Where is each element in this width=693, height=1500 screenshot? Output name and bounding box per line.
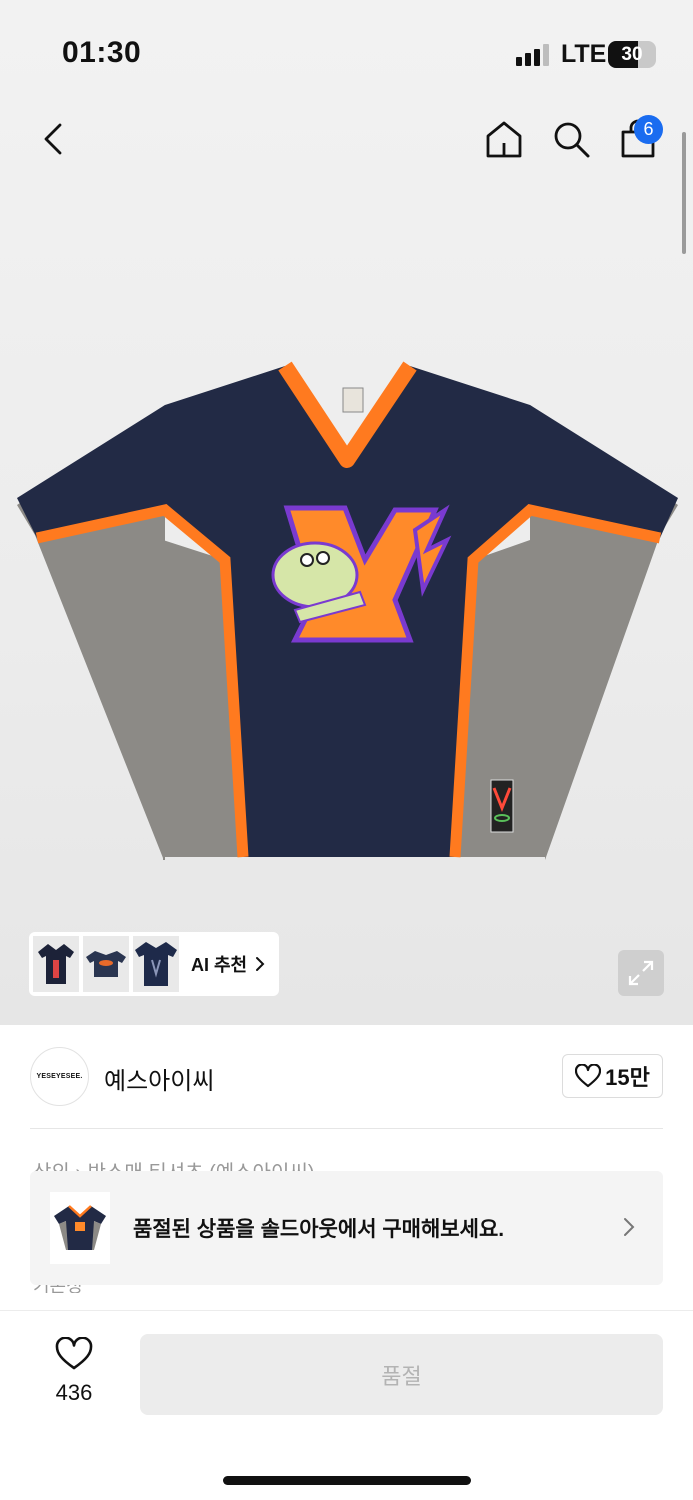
chevron-right-icon bbox=[624, 1218, 635, 1236]
heart-icon bbox=[575, 1064, 602, 1088]
brand-like-count: 15만 bbox=[605, 1065, 650, 1090]
wishlist-button[interactable] bbox=[47, 1336, 101, 1376]
back-button[interactable] bbox=[30, 116, 76, 162]
status-bar: 01:30 LTE 30 bbox=[0, 0, 693, 100]
scrollbar[interactable] bbox=[682, 132, 686, 254]
soldout-banner[interactable]: 품절된 상품을 솔드아웃에서 구매해보세요. bbox=[30, 1171, 663, 1285]
ai-thumbnail[interactable] bbox=[33, 936, 79, 992]
status-time: 01:30 bbox=[62, 36, 142, 69]
search-button[interactable] bbox=[548, 116, 594, 162]
battery-level: 30 bbox=[621, 43, 643, 65]
heart-icon bbox=[55, 1336, 93, 1370]
home-button[interactable] bbox=[481, 116, 527, 162]
network-type: LTE bbox=[561, 40, 607, 68]
brand-like-button[interactable]: 15만 bbox=[562, 1054, 663, 1098]
ai-thumbnail[interactable] bbox=[133, 936, 179, 992]
signal-icon bbox=[516, 44, 549, 66]
brand-name[interactable]: 예스아이씨 bbox=[104, 1061, 214, 1096]
product-image[interactable] bbox=[15, 360, 680, 860]
ai-recommend-label: AI 추천 bbox=[191, 955, 248, 975]
home-indicator bbox=[223, 1476, 471, 1485]
brand-logo-text: YESEYESEE. bbox=[36, 1073, 83, 1080]
expand-icon bbox=[628, 960, 654, 986]
brand-logo[interactable]: YESEYESEE. bbox=[30, 1047, 89, 1106]
divider bbox=[30, 1128, 663, 1129]
soldout-button[interactable]: 품절 bbox=[140, 1334, 663, 1415]
battery-icon: 30 bbox=[608, 41, 656, 68]
banner-text: 품절된 상품을 솔드아웃에서 구매해보세요. bbox=[133, 1218, 505, 1241]
banner-thumbnail bbox=[50, 1192, 110, 1264]
search-icon bbox=[554, 122, 590, 158]
wishlist-count: 436 bbox=[55, 1380, 93, 1405]
chevron-left-icon bbox=[44, 123, 62, 155]
ai-thumbnail[interactable] bbox=[83, 936, 129, 992]
ai-recommend-button[interactable]: AI 추천 bbox=[29, 932, 279, 996]
cart-count-badge: 6 bbox=[634, 115, 663, 144]
home-icon bbox=[486, 121, 522, 158]
expand-image-button[interactable] bbox=[618, 950, 664, 996]
chevron-right-icon bbox=[256, 957, 265, 971]
